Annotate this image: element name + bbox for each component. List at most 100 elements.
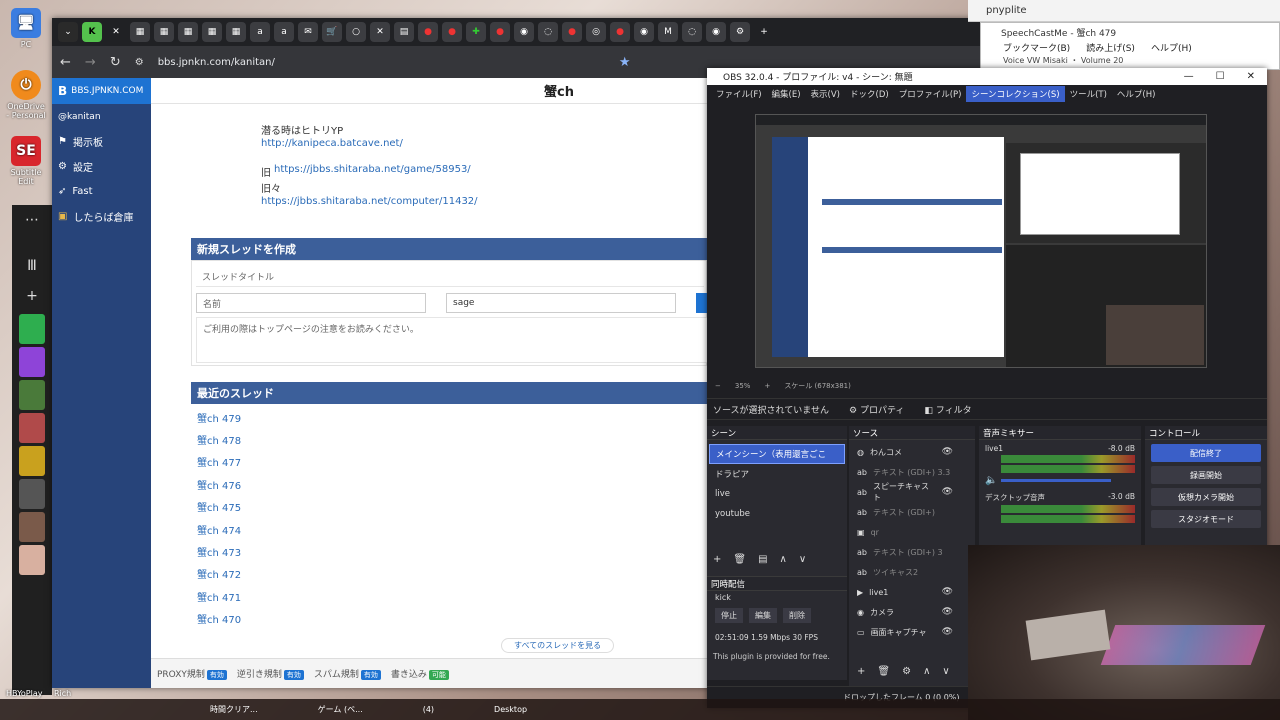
taskbar-item[interactable]: (4) [423, 705, 434, 714]
tab[interactable]: ● [418, 22, 438, 42]
config-icon[interactable]: ▤ [758, 554, 767, 565]
thread-link[interactable]: 蟹ch 472 [191, 563, 707, 585]
back-icon[interactable]: ← [60, 55, 71, 70]
tab[interactable]: ⚙ [730, 22, 750, 42]
site-brand[interactable]: B BBS.JPNKN.COM [52, 78, 151, 104]
scene-item[interactable]: live [709, 484, 845, 504]
add-icon[interactable]: + [713, 554, 721, 565]
source-item[interactable]: ▣ qr [849, 522, 975, 542]
speaker-icon[interactable]: 🔈 [985, 475, 997, 486]
tab[interactable]: ▦ [202, 22, 222, 42]
tab[interactable]: ✕ [370, 22, 390, 42]
tab[interactable]: M [658, 22, 678, 42]
new-tab-icon[interactable]: + [754, 22, 774, 42]
thread-link[interactable]: 蟹ch 474 [191, 518, 707, 540]
thread-link[interactable]: 蟹ch 475 [191, 496, 707, 518]
tab[interactable]: ▦ [178, 22, 198, 42]
zoom-out-icon[interactable]: − [715, 382, 721, 390]
thread-link[interactable]: 蟹ch 477 [191, 451, 707, 473]
maximize-icon[interactable]: ☐ [1216, 71, 1225, 82]
thumbnail[interactable] [19, 380, 45, 410]
up-arrow-icon[interactable]: ∧ [923, 666, 930, 677]
tab[interactable]: ▤ [394, 22, 414, 42]
studio-mode-button[interactable]: スタジオモード [1151, 510, 1261, 528]
tab[interactable]: ✉ [298, 22, 318, 42]
start-recording-button[interactable]: 録画開始 [1151, 466, 1261, 484]
volume-slider[interactable] [1001, 479, 1112, 482]
eye-icon[interactable]: 👁 [942, 447, 953, 457]
menu-bookmark[interactable]: ブックマーク(B) [1003, 41, 1070, 55]
tab[interactable]: ● [490, 22, 510, 42]
close-icon[interactable]: ✕ [106, 22, 126, 42]
eye-icon[interactable]: 👁 [942, 487, 953, 497]
eye-icon[interactable]: 👁 [942, 587, 953, 597]
tab[interactable]: ▦ [154, 22, 174, 42]
note-link[interactable]: http://kanipeca.batcave.net/ [261, 138, 403, 149]
source-item[interactable]: ▭ 画面キャプチャ 👁 [849, 622, 975, 642]
bookmark-icon[interactable] [19, 314, 45, 344]
thread-link[interactable]: 蟹ch 479 [191, 406, 707, 428]
note-link[interactable]: https://jbbs.shitaraba.net/computer/1143… [261, 196, 478, 207]
source-item[interactable]: ▶ live1 👁 [849, 582, 975, 602]
close-icon[interactable]: ✕ [1247, 71, 1255, 82]
minimize-icon[interactable]: — [1184, 71, 1194, 82]
taskbar-item[interactable]: Desktop [494, 705, 527, 714]
taskbar-item[interactable]: 時間クリア... [210, 704, 258, 715]
menu-dock[interactable]: ドック(D) [845, 86, 894, 102]
scene-item[interactable]: メインシーン（表用還言ごこ [709, 444, 845, 464]
start-virtual-camera-button[interactable]: 仮想カメラ開始 [1151, 488, 1261, 506]
down-arrow-icon[interactable]: ∨ [799, 554, 806, 565]
multistream-delete-button[interactable]: 削除 [783, 608, 811, 623]
tab[interactable]: ○ [346, 22, 366, 42]
menu-file[interactable]: ファイル(F) [711, 86, 767, 102]
desktop-icon-subtitle-edit[interactable]: SE Subtitle Edit [4, 136, 48, 186]
tab[interactable]: ▦ [130, 22, 150, 42]
menu-help[interactable]: ヘルプ(H) [1112, 86, 1161, 102]
body-textarea[interactable]: ご利用の際はトップページの注意をお読みください。 [196, 317, 708, 363]
trash-icon[interactable]: 🗑 [733, 554, 746, 565]
tab[interactable]: ◎ [586, 22, 606, 42]
scene-item[interactable]: youtube [709, 504, 845, 524]
source-item[interactable]: ab テキスト (GDI+) 3 [849, 542, 975, 562]
desktop-icon-pc[interactable]: 🖥 PC [4, 8, 48, 49]
kick-tab[interactable]: K [82, 22, 102, 42]
source-item[interactable]: ab テキスト (GDI+) [849, 502, 975, 522]
tab[interactable]: ◉ [634, 22, 654, 42]
tab[interactable]: 🛒 [322, 22, 342, 42]
tab[interactable]: ✚ [466, 22, 486, 42]
eye-icon[interactable]: 👁 [942, 607, 953, 617]
desktop-icon-label[interactable]: HBYoPlay [6, 689, 42, 698]
tab[interactable]: ◉ [706, 22, 726, 42]
note-link[interactable]: https://jbbs.shitaraba.net/game/58953/ [274, 164, 471, 175]
thumbnail[interactable] [19, 512, 45, 542]
thread-link[interactable]: 蟹ch 473 [191, 540, 707, 562]
tab[interactable]: ● [442, 22, 462, 42]
down-arrow-icon[interactable]: ∨ [942, 666, 949, 677]
tab[interactable]: ◌ [538, 22, 558, 42]
sidebar-item-archive[interactable]: ▣ したらば倉庫 [52, 204, 151, 229]
tab[interactable]: ▦ [226, 22, 246, 42]
reload-icon[interactable]: ↻ [110, 55, 121, 70]
thumbnail[interactable] [19, 545, 45, 575]
menu-tools[interactable]: ツール(T) [1065, 86, 1112, 102]
desktop-icon-label[interactable]: Rich [54, 689, 71, 698]
thread-link[interactable]: 蟹ch 471 [191, 585, 707, 607]
gear-icon[interactable]: ⚙ [902, 666, 911, 677]
thumbnail[interactable] [19, 413, 45, 443]
stop-streaming-button[interactable]: 配信終了 [1151, 444, 1261, 462]
zoom-in-icon[interactable]: + [764, 382, 770, 390]
tab[interactable]: ● [562, 22, 582, 42]
source-item[interactable]: ◍ わんコメ 👁 [849, 442, 975, 462]
thumbnail[interactable] [19, 479, 45, 509]
source-item[interactable]: ab スピーチキャスト 👁 [849, 482, 975, 502]
url-field[interactable]: bbs.jpnkn.com/kanitan/ [158, 57, 275, 68]
thread-link[interactable]: 蟹ch 476 [191, 473, 707, 495]
sidebar-item-fast[interactable]: ➶ Fast [52, 179, 151, 204]
filters-button[interactable]: ◧ フィルタ [924, 403, 971, 416]
sidebar-item-settings[interactable]: ⚙ 設定 [52, 154, 151, 179]
trash-icon[interactable]: 🗑 [877, 666, 890, 677]
add-icon[interactable]: + [12, 281, 52, 311]
see-all-threads-link[interactable]: すべてのスレッドを見る [501, 638, 615, 653]
sidebar-item-board[interactable]: ⚑ 掲示板 [52, 129, 151, 154]
thumbnail[interactable] [19, 446, 45, 476]
